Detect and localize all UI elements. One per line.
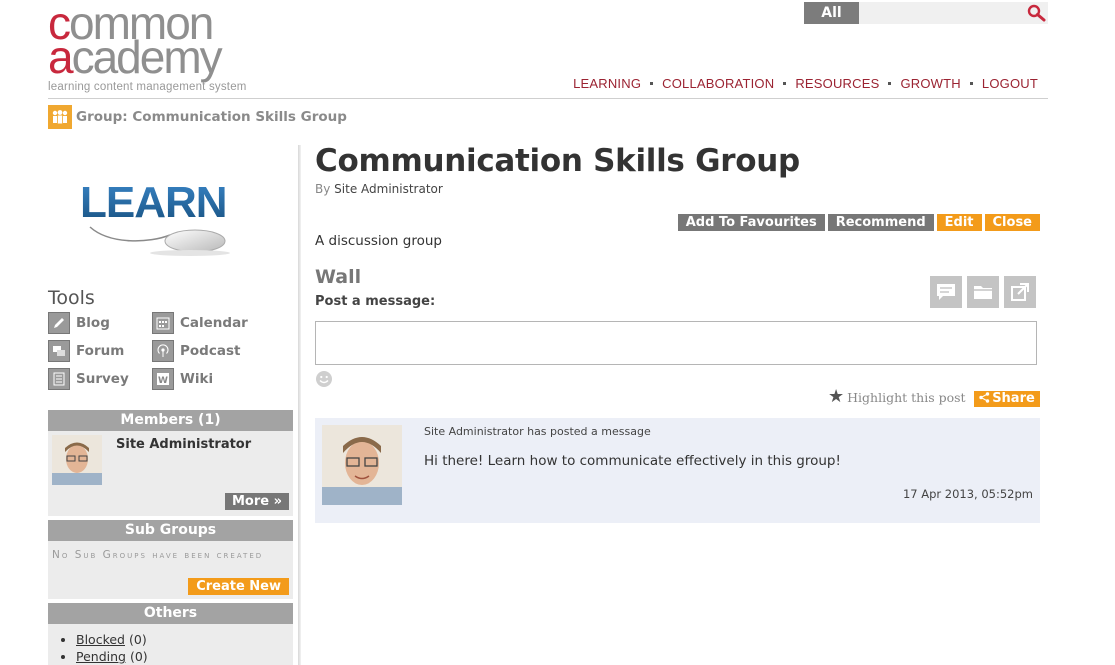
header-divider [48, 98, 1048, 99]
nav-growth[interactable]: GROWTH [900, 76, 960, 91]
nav-separator [969, 82, 973, 85]
group-actions: Add To Favourites Recommend Edit Close [677, 214, 1040, 231]
nav-collaboration[interactable]: COLLABORATION [662, 76, 774, 91]
calendar-icon [152, 312, 174, 334]
add-to-favourites-button[interactable]: Add To Favourites [677, 214, 825, 231]
breadcrumb: Group: Communication Skills Group [48, 105, 347, 129]
subgroups-panel-title: Sub Groups [48, 520, 293, 541]
highlight-label: Highlight this post [847, 389, 966, 405]
group-description: A discussion group [315, 233, 442, 249]
post-timestamp: 17 Apr 2013, 05:52pm [902, 487, 1033, 501]
folder-icon[interactable] [967, 276, 999, 308]
create-subgroup-button[interactable]: Create New [188, 578, 289, 595]
page-title: Communication Skills Group [315, 143, 800, 179]
search-bar: All [804, 2, 1048, 24]
svg-text:W: W [158, 376, 168, 386]
search-scope-select[interactable]: All [804, 2, 859, 24]
subgroups-panel: No Sub Groups have been created Create N… [48, 541, 293, 599]
others-panel: Blocked (0) Pending (0) [48, 624, 293, 665]
main-nav: LEARNING COLLABORATION RESOURCES GROWTH … [573, 76, 1038, 91]
avatar[interactable] [52, 435, 102, 485]
post-message-label: Post a message: [315, 294, 436, 309]
learn-mouse-banner: LEARN [80, 178, 230, 256]
tool-podcast[interactable]: Podcast [152, 340, 240, 362]
tool-forum[interactable]: Forum [48, 340, 124, 362]
members-panel-title: Members (1) [48, 410, 293, 431]
wall-post: Site Administrator has posted a message … [315, 418, 1040, 523]
nav-separator [888, 82, 892, 85]
author-link[interactable]: Site Administrator [334, 182, 443, 196]
group-icon [48, 105, 72, 129]
list-item: Blocked (0) [76, 632, 148, 647]
logo-tagline: learning content management system [48, 81, 247, 93]
no-subgroups-text: No Sub Groups have been created [52, 549, 264, 561]
comment-icon[interactable] [930, 276, 962, 308]
breadcrumb-text[interactable]: Group: Communication Skills Group [76, 109, 347, 125]
others-list: Blocked (0) Pending (0) [76, 632, 148, 665]
logo-line-2: academy [48, 31, 223, 83]
more-members-button[interactable]: More » [224, 493, 289, 510]
nav-separator [650, 82, 654, 85]
blocked-link[interactable]: Blocked [76, 632, 125, 647]
post-text: Hi there! Learn how to communicate effec… [424, 453, 841, 469]
share-button[interactable]: Share [974, 391, 1040, 407]
post-message-input[interactable] [315, 321, 1037, 365]
tools-title: Tools [48, 287, 95, 309]
members-panel: Site Administrator More » [48, 431, 293, 516]
podcast-icon [152, 340, 174, 362]
forum-icon [48, 340, 70, 362]
external-link-icon[interactable] [1004, 276, 1036, 308]
search-input[interactable] [862, 4, 1022, 22]
tool-survey[interactable]: Survey [48, 368, 129, 390]
svg-text:LEARN: LEARN [80, 178, 227, 227]
search-icon[interactable] [1026, 4, 1046, 22]
tool-label: Survey [76, 371, 129, 387]
wall-title: Wall [315, 266, 362, 288]
nav-resources[interactable]: RESOURCES [795, 76, 879, 91]
close-button[interactable]: Close [984, 214, 1040, 231]
blog-icon [48, 312, 70, 334]
nav-learning[interactable]: LEARNING [573, 76, 641, 91]
byline-prefix: By [315, 182, 331, 196]
wall-tools [930, 276, 1036, 308]
share-icon [979, 392, 990, 403]
tool-label: Podcast [180, 343, 241, 359]
recommend-button[interactable]: Recommend [827, 214, 934, 231]
tool-wiki[interactable]: W Wiki [152, 368, 213, 390]
list-item: Pending (0) [76, 649, 148, 664]
edit-button[interactable]: Edit [936, 214, 982, 231]
blocked-count: (0) [128, 632, 147, 647]
nav-logout[interactable]: LOGOUT [982, 76, 1038, 91]
member-name[interactable]: Site Administrator [116, 437, 251, 452]
tool-label: Calendar [180, 315, 248, 331]
highlight-post-toggle[interactable]: ★ Highlight this post [828, 388, 966, 406]
nav-separator [783, 82, 787, 85]
pending-count: (0) [129, 649, 148, 664]
others-panel-title: Others [48, 603, 293, 624]
post-meta: Site Administrator has posted a message [424, 425, 651, 438]
site-logo[interactable]: common academy learning content manageme… [48, 0, 278, 93]
tool-blog[interactable]: Blog [48, 312, 110, 334]
tool-label: Forum [76, 343, 125, 359]
tool-calendar[interactable]: Calendar [152, 312, 248, 334]
pending-link[interactable]: Pending [76, 649, 126, 664]
tool-label: Blog [76, 315, 110, 331]
smiley-icon[interactable] [315, 370, 333, 388]
tool-label: Wiki [180, 371, 214, 387]
share-label: Share [992, 391, 1035, 406]
sidebar-divider [298, 145, 301, 665]
star-icon: ★ [828, 386, 845, 407]
avatar[interactable] [322, 425, 402, 505]
wiki-icon: W [152, 368, 174, 390]
survey-icon [48, 368, 70, 390]
byline: By Site Administrator [315, 182, 443, 196]
